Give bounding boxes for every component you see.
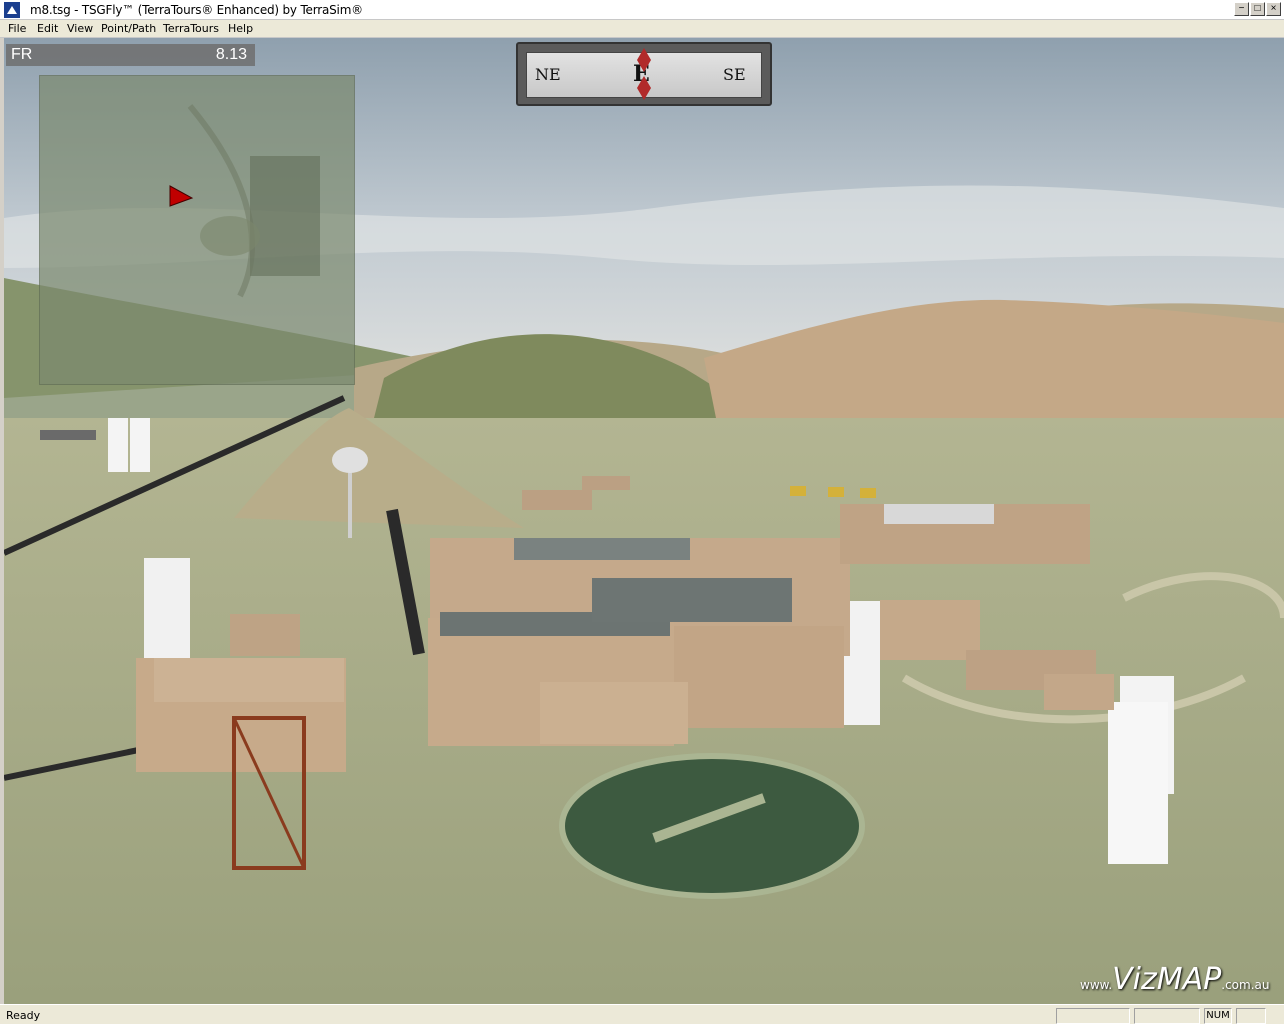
minimize-button[interactable]: −	[1234, 2, 1249, 16]
compass-right-heading: SE	[723, 65, 746, 84]
vizmap-watermark: www.VizMAP.com.au	[1080, 962, 1270, 997]
truck-1	[790, 486, 806, 496]
status-pane-2	[1134, 1008, 1200, 1024]
shed-right-1	[880, 600, 980, 660]
silo-pair-1	[108, 418, 128, 472]
compass-needle-icon	[637, 48, 651, 100]
menu-point-path[interactable]: Point/Path	[101, 22, 156, 35]
shed-back-1	[522, 490, 592, 510]
menu-bar: File Edit View Point/Path TerraTours Hel…	[0, 20, 1284, 38]
menu-help[interactable]: Help	[228, 22, 253, 35]
restore-button[interactable]: □	[1250, 2, 1265, 16]
main-plant-lowblock	[540, 682, 688, 744]
truck-3	[860, 488, 876, 498]
main-plant-annex-roof	[592, 578, 792, 622]
shed-back-2	[582, 476, 630, 490]
main-plant-annex	[674, 626, 844, 728]
frame-rate-value: 8.13	[215, 46, 247, 63]
silo-pair-2	[130, 418, 150, 472]
frame-rate-label: FR	[11, 46, 33, 63]
building-shed	[230, 614, 300, 656]
minimap-imagery	[40, 76, 354, 384]
silo-right-2	[1108, 702, 1168, 864]
overview-minimap[interactable]	[39, 75, 355, 385]
menu-view[interactable]: View	[67, 22, 93, 35]
water-tower-tank	[332, 447, 368, 473]
close-button[interactable]: ×	[1266, 2, 1281, 16]
building-left-roof	[154, 658, 344, 702]
status-pane-1	[1056, 1008, 1130, 1024]
menu-file[interactable]: File	[8, 22, 26, 35]
workshop-right-roof	[884, 504, 994, 524]
num-lock-indicator: NUM	[1204, 1008, 1232, 1024]
compass-left-heading: NE	[535, 65, 561, 84]
silo-left	[144, 558, 190, 662]
menu-edit[interactable]: Edit	[37, 22, 58, 35]
heading-compass: NE E SE	[516, 42, 772, 106]
status-pane-4	[1236, 1008, 1266, 1024]
frame-rate-readout: FR 8.13	[6, 44, 255, 66]
menu-terratours[interactable]: TerraTours	[163, 22, 219, 35]
truck-2	[828, 487, 844, 497]
status-bar: Ready NUM	[0, 1004, 1284, 1024]
main-plant-roof	[514, 538, 690, 560]
window-title: m8.tsg - TSGFly™ (TerraTours® Enhanced) …	[30, 3, 363, 17]
water-tower-leg	[348, 470, 352, 538]
tsgfly-app-icon	[4, 2, 20, 18]
shed-right-3	[1044, 674, 1114, 710]
shed-far-left	[40, 430, 96, 440]
status-message: Ready	[6, 1009, 41, 1022]
title-bar: m8.tsg - TSGFly™ (TerraTours® Enhanced) …	[0, 0, 1284, 20]
